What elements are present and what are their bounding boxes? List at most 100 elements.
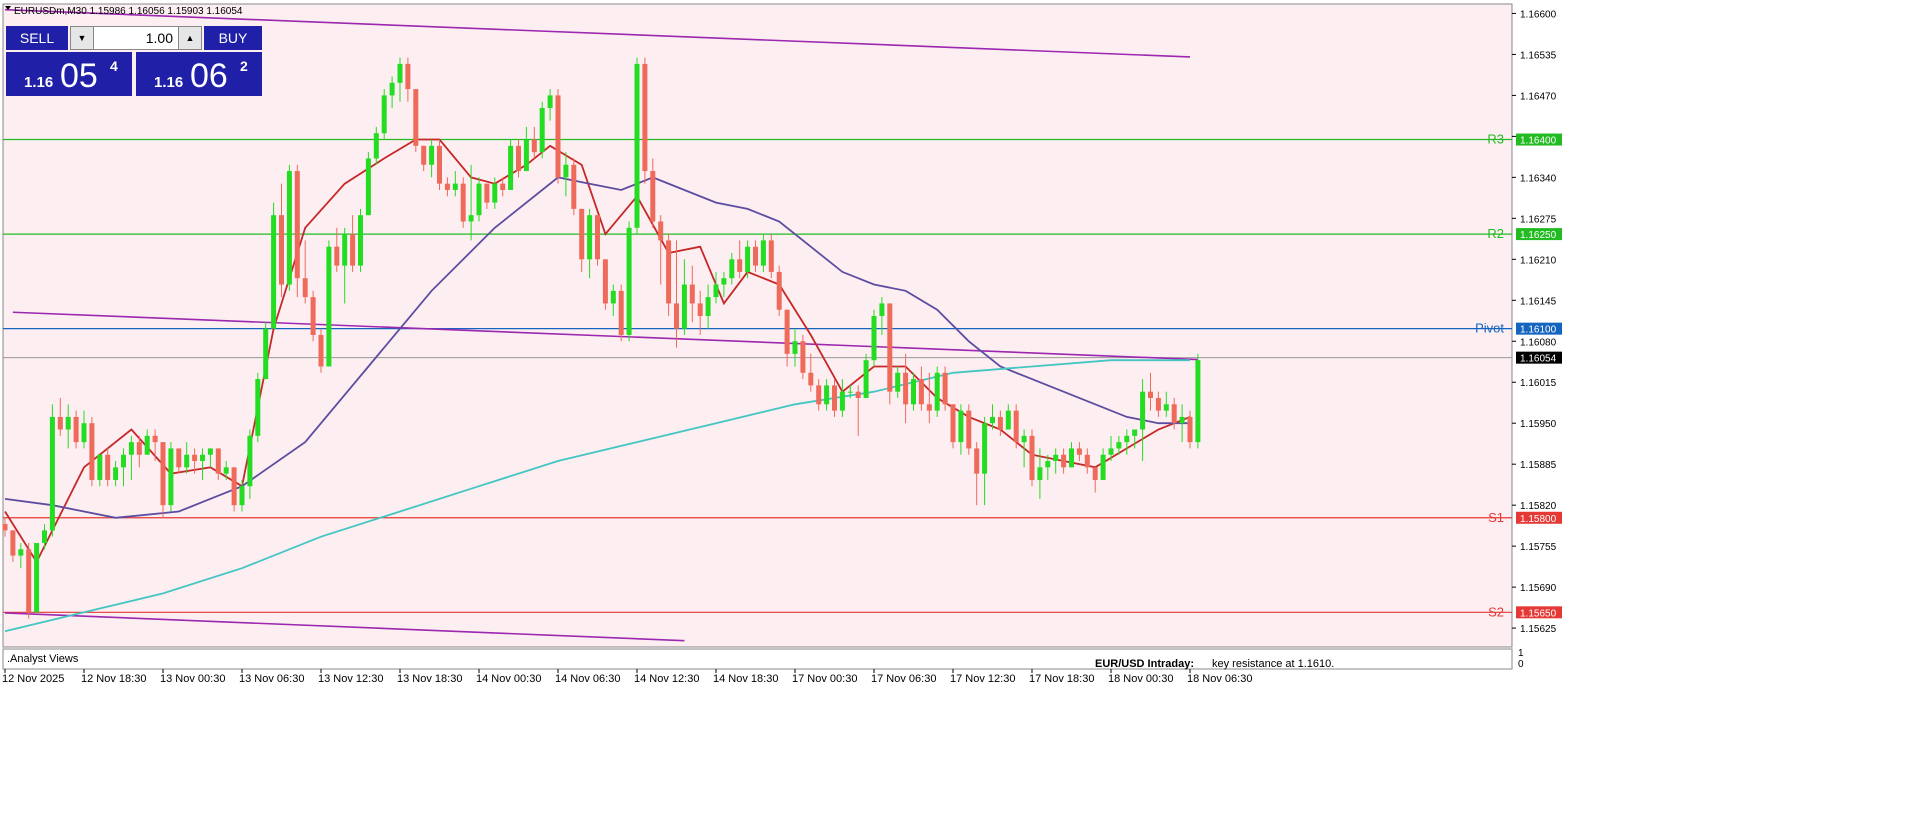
candle-body [839, 391, 845, 411]
candle-body [1013, 410, 1019, 443]
candle-body [1140, 391, 1146, 430]
candle [263, 322, 269, 380]
candle-body [1124, 435, 1130, 443]
candle-body [444, 183, 450, 190]
candle-body [816, 385, 822, 405]
candle-body [1195, 360, 1201, 443]
candle-body [602, 259, 608, 304]
candle-body [452, 183, 458, 190]
candle-body [966, 410, 972, 449]
indicator-window-label: .Analyst Views [7, 653, 79, 665]
candle-body [279, 215, 284, 285]
candle [460, 177, 466, 228]
analyst-note-text: key resistance at 1.1610. [1212, 658, 1334, 670]
candle-body [1076, 448, 1082, 455]
candle [326, 240, 332, 367]
x-tick-label: 13 Nov 00:30 [160, 673, 225, 685]
candle-body [784, 309, 790, 354]
level-name-pivot: Pivot [1475, 321, 1504, 336]
candle-body [760, 240, 766, 266]
x-tick-label: 17 Nov 18:30 [1029, 673, 1094, 685]
candle-body [626, 227, 632, 335]
candle-body [231, 467, 237, 506]
x-tick-label: 13 Nov 18:30 [397, 673, 462, 685]
triangle-up-icon[interactable]: ▲ [178, 27, 201, 49]
candle-body [579, 208, 585, 260]
candle-body [1155, 397, 1161, 411]
x-tick-label: 17 Nov 12:30 [950, 673, 1015, 685]
candle [618, 284, 624, 342]
candle-body [207, 448, 213, 455]
candle-body [713, 284, 719, 298]
candle-body [737, 259, 743, 272]
x-tick-label: 12 Nov 18:30 [81, 673, 146, 685]
current-price-label: 1.16054 [1520, 354, 1557, 365]
candle-body [1163, 404, 1169, 411]
candle-body [144, 435, 150, 455]
candle-body [389, 82, 395, 96]
price-chart[interactable]: 1.166001.165351.164701.164051.163401.162… [0, 0, 1916, 840]
candle [89, 416, 95, 487]
candle-body [223, 467, 229, 474]
level-name-s2: S2 [1488, 604, 1504, 619]
candle [1195, 353, 1201, 449]
candle-body [547, 95, 553, 109]
candle-body [2, 524, 8, 531]
lot-size-value[interactable]: 1.00 [146, 27, 173, 49]
candle [286, 164, 292, 291]
candle-body [89, 423, 95, 480]
x-tick-label: 17 Nov 06:30 [871, 673, 936, 685]
x-tick-label: 14 Nov 00:30 [476, 673, 541, 685]
candle-body [563, 164, 569, 178]
candle-body [184, 454, 190, 468]
triangle-down-icon[interactable]: ▼ [71, 27, 94, 49]
indicator-scale-bottom: 0 [1518, 659, 1524, 670]
candle-body [310, 297, 316, 335]
candle-body [618, 290, 624, 335]
candle [168, 442, 174, 512]
candle-body [824, 385, 830, 405]
candle [294, 164, 300, 298]
buy-button[interactable]: BUY [204, 26, 262, 50]
candle-body [942, 372, 948, 405]
candle-body [492, 183, 498, 203]
candle-body [215, 448, 221, 474]
buy-price-button[interactable]: 1.16 06 2 [136, 52, 262, 96]
sell-price-button[interactable]: 1.16 05 4 [6, 52, 132, 96]
candle-body [342, 234, 348, 266]
candle [642, 57, 648, 184]
candle-body [381, 95, 387, 134]
candle-body [1100, 454, 1106, 480]
candle [381, 89, 387, 140]
candle-body [42, 530, 47, 543]
candle [602, 259, 608, 310]
candle-body [192, 454, 198, 462]
candle-body [476, 183, 482, 216]
level-price-r2: 1.16250 [1520, 230, 1557, 241]
candle-body [318, 334, 324, 367]
candle-body [294, 171, 300, 279]
candle-body [334, 246, 340, 266]
candle [634, 57, 640, 235]
candle-body [610, 290, 616, 304]
lot-size-field[interactable]: ▼ 1.00 ▲ [70, 26, 202, 50]
level-name-s1: S1 [1488, 510, 1504, 525]
candle-body [160, 442, 166, 506]
candle-body [168, 448, 174, 506]
candle [871, 309, 877, 367]
sell-button[interactable]: SELL [6, 26, 68, 50]
candle-body [200, 454, 205, 462]
candle-body [1069, 448, 1074, 468]
candle-body [887, 303, 893, 392]
x-tick-label: 18 Nov 06:30 [1187, 673, 1252, 685]
candle-body [484, 183, 490, 203]
candle-body [863, 360, 869, 398]
candle-body [555, 95, 561, 178]
candle-body [721, 278, 727, 285]
candle-body [397, 63, 403, 83]
level-name-r3: R3 [1487, 132, 1504, 147]
candle-body [871, 316, 877, 361]
candle-body [1187, 416, 1193, 443]
candle [539, 101, 545, 159]
x-tick-label: 12 Nov 2025 [2, 673, 64, 685]
